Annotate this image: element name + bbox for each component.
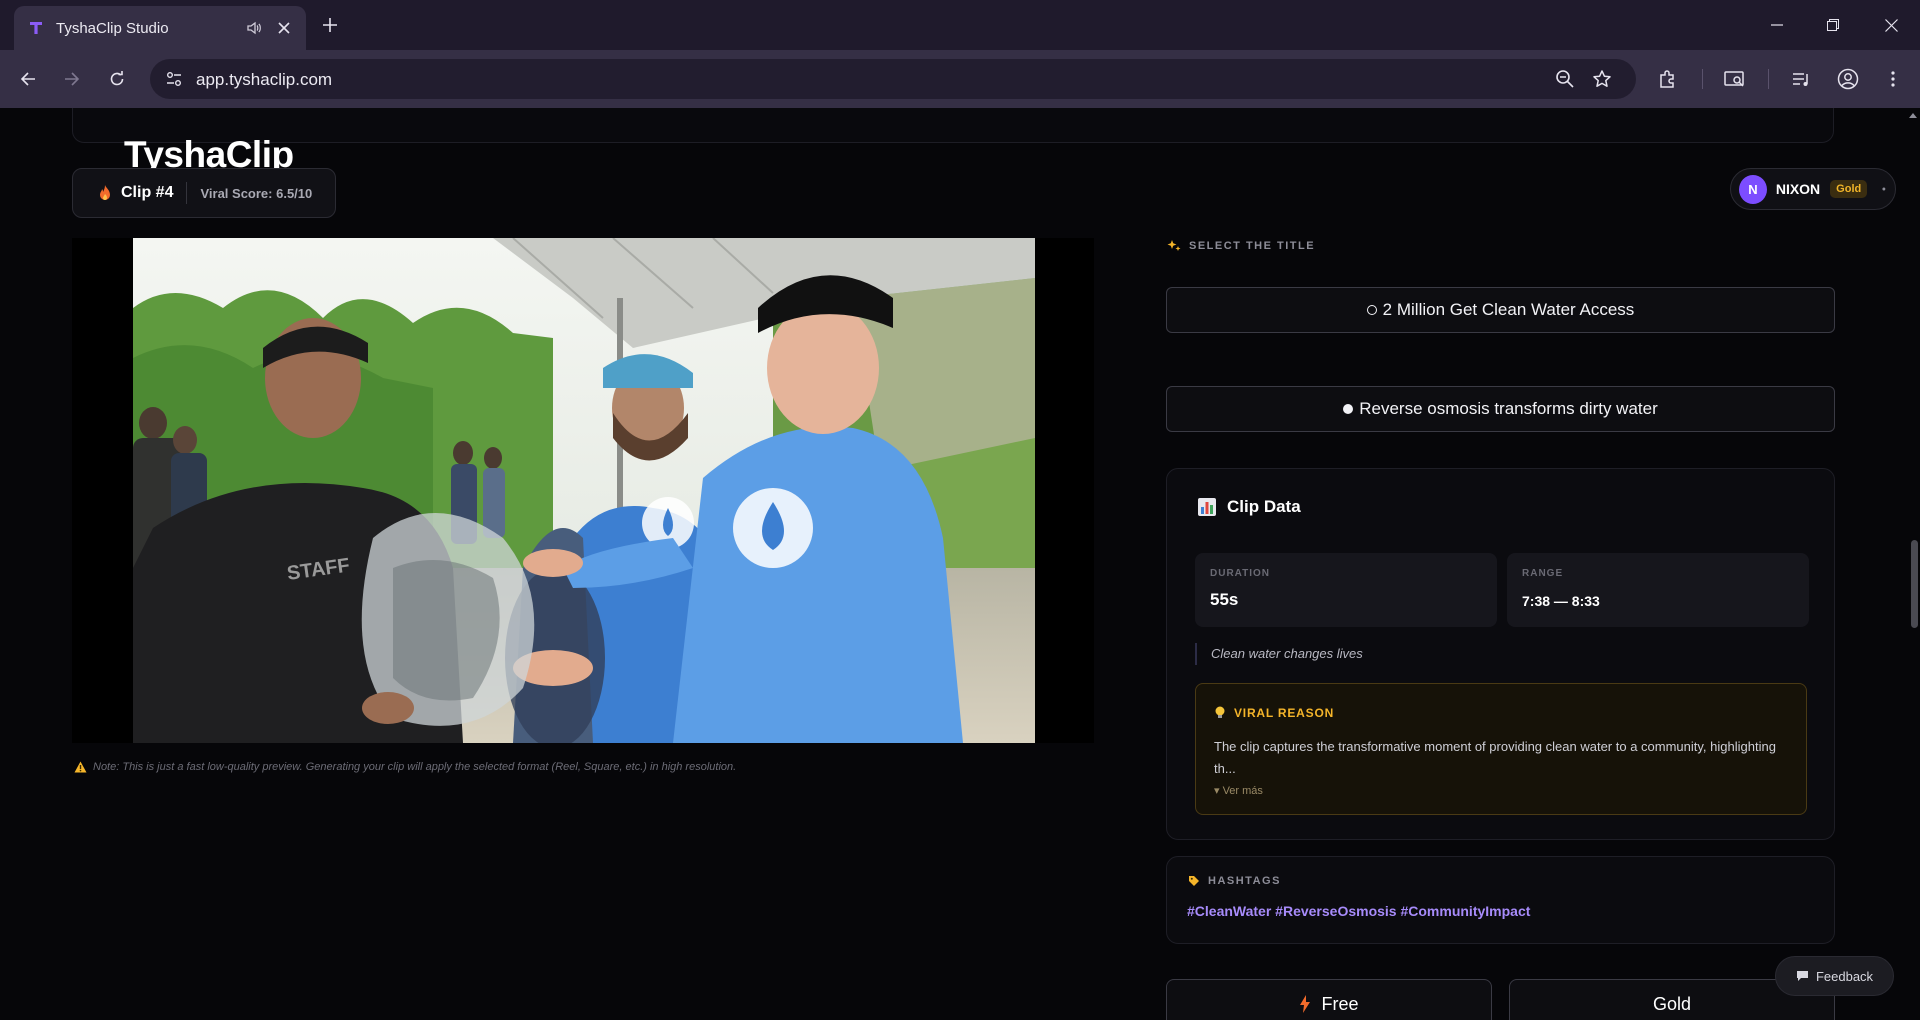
bookmark-star-icon[interactable] [1592,69,1612,89]
clip-quote: Clean water changes lives [1195,643,1363,665]
browser-tab[interactable]: TyshaClip Studio [14,6,306,50]
radio-selected-icon [1343,404,1354,414]
feedback-button[interactable]: Feedback [1775,956,1894,996]
user-name: NIXON [1775,181,1821,197]
lightbulb-icon [1215,706,1225,718]
cast-search-icon[interactable] [1721,65,1749,93]
viral-reason-text: The clip captures the transformative mom… [1214,739,1776,776]
scrollbar-thumb[interactable] [1911,540,1918,628]
profile-icon[interactable] [1834,65,1862,93]
title-option-text: 2 Million Get Clean Water Access [1382,300,1635,319]
viral-reason-heading: VIRAL REASON [1214,706,1334,720]
duration-value: 55s [1210,590,1239,609]
user-menu-dot-icon [1882,187,1886,191]
browser-toolbar: app.tyshaclip.com [0,50,1920,108]
hashtags-text[interactable]: #CleanWater #ReverseOsmosis #CommunityIm… [1187,903,1530,919]
warning-icon [74,761,87,773]
preview-note: Note: This is just a fast low-quality pr… [74,761,736,773]
speaker-icon[interactable] [244,18,264,38]
select-title-label: SELECT THE TITLE [1167,239,1315,253]
free-plan-button[interactable]: Free [1166,979,1492,1020]
duration-stat: DURATION 55s [1195,553,1497,627]
tag-icon [1189,876,1199,886]
user-menu[interactable]: N NIXON Gold [1730,168,1896,210]
media-controls-icon[interactable] [1787,65,1815,93]
title-option-1[interactable]: 2 Million Get Clean Water Access [1166,287,1835,333]
clip-data-heading: Clip Data [1197,497,1301,517]
avatar: N [1739,174,1767,204]
clip-number: Clip #4 [121,184,174,201]
page-content: TyshaClip Clip #4 Viral Score: 6.5/10 N … [0,108,1920,1020]
scroll-up-arrow-icon[interactable] [1908,110,1918,120]
extensions-puzzle-icon[interactable] [1654,65,1682,93]
browser-menu-icon[interactable] [1879,65,1907,93]
range-value: 7:38 — 8:33 [1522,593,1600,609]
video-preview-frame[interactable]: STAFF [133,238,1035,743]
viral-score: Viral Score: 6.5/10 [200,185,313,201]
duration-label: DURATION [1210,568,1271,579]
viral-reason-box: VIRAL REASON The clip captures the trans… [1195,683,1807,815]
page-scrollbar[interactable] [1906,108,1920,1020]
preview-note-text: Note: This is just a fast low-quality pr… [93,761,737,773]
lightning-bolt-icon [1300,995,1311,1013]
range-stat: RANGE 7:38 — 8:33 [1507,553,1809,627]
tyshaclip-favicon-icon [28,20,44,36]
clip-info-badge: Clip #4 Viral Score: 6.5/10 [72,168,336,218]
hashtags-label: HASHTAGS [1188,875,1281,887]
new-tab-button[interactable] [318,13,342,37]
minimize-window-icon[interactable] [1762,10,1792,40]
hashtags-card: HASHTAGS #CleanWater #ReverseOsmosis #Co… [1166,856,1835,944]
video-player[interactable]: STAFF [72,238,1094,743]
url-text: app.tyshaclip.com [196,70,333,89]
chat-bubble-icon [1796,971,1808,981]
tab-title: TyshaClip Studio [56,19,169,37]
forward-arrow-icon[interactable] [57,64,87,94]
plan-badge: Gold [1830,180,1868,198]
restore-window-icon[interactable] [1818,10,1848,40]
top-panel [72,108,1834,143]
range-label: RANGE [1522,568,1564,579]
address-bar[interactable]: app.tyshaclip.com [150,59,1636,99]
reload-icon[interactable] [102,64,132,94]
zoom-icon[interactable] [1555,69,1575,89]
title-option-text: Reverse osmosis transforms dirty water [1359,399,1658,418]
close-window-icon[interactable] [1876,10,1906,40]
back-arrow-icon[interactable] [13,64,43,94]
bar-chart-icon [1198,498,1216,516]
clip-data-card: Clip Data DURATION 55s RANGE 7:38 — 8:33… [1166,468,1835,840]
close-tab-icon[interactable] [274,18,294,38]
radio-unselected-icon [1366,305,1377,315]
title-option-2[interactable]: Reverse osmosis transforms dirty water [1166,386,1835,432]
sparkles-icon [1167,240,1181,251]
site-settings-icon[interactable] [164,69,184,89]
browser-tabstrip: TyshaClip Studio [0,0,1920,50]
fire-icon [100,185,110,200]
see-more-link[interactable]: ▾ Ver más [1214,784,1263,797]
